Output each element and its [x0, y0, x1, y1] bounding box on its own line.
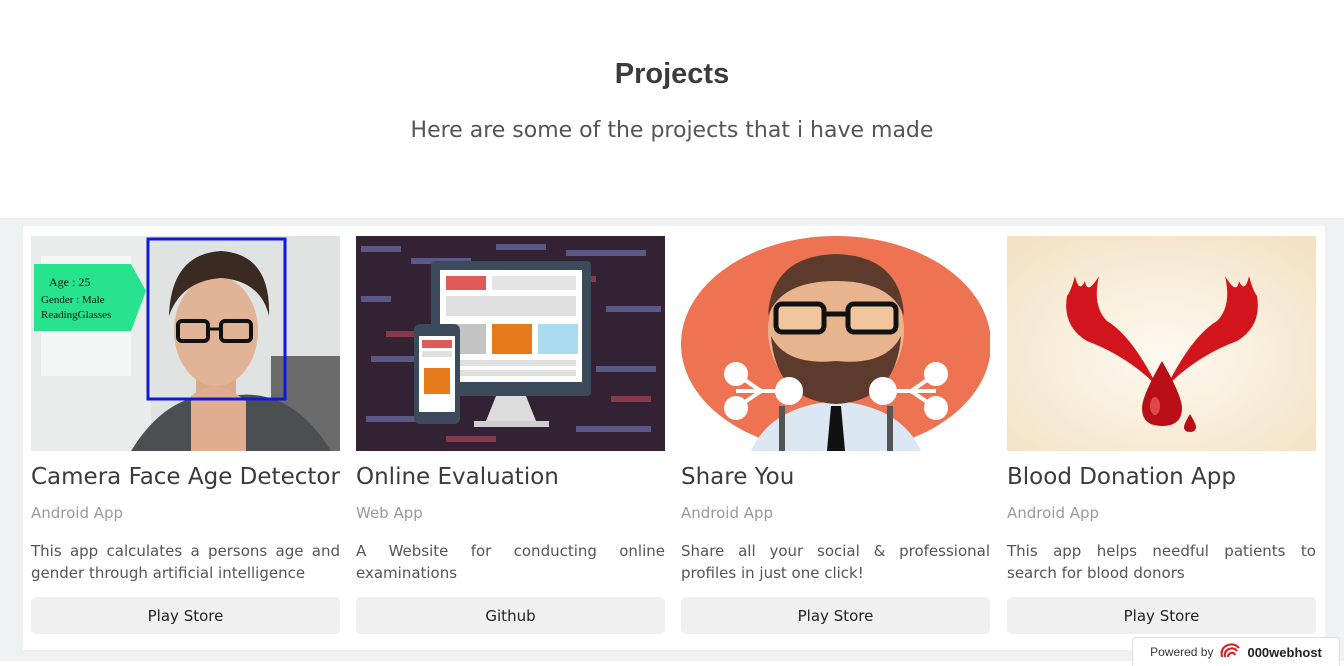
page-title: Projects [614, 58, 730, 90]
powered-by-brand: 000webhost [1247, 644, 1322, 660]
project-title: Online Evaluation [356, 464, 559, 490]
powered-by-label: Powered by [1150, 645, 1214, 659]
project-title: Camera Face Age Detector [31, 464, 340, 490]
project-category: Android App [31, 504, 124, 522]
project-card-camera-face-age-detector: Age : 25 Gender : Male ReadingGlasses Ca… [31, 236, 340, 634]
play-store-button[interactable]: Play Store [681, 597, 990, 634]
project-description: This app calculates a persons age and ge… [31, 542, 340, 582]
play-store-button[interactable]: Play Store [31, 597, 340, 634]
project-card-blood-donation: Blood Donation App Android App This app … [1007, 236, 1316, 634]
project-description: A Website for conducting online examinat… [356, 542, 665, 582]
overlay-gender-text: Gender : Male [41, 294, 105, 306]
project-image-face-detector: Age : 25 Gender : Male ReadingGlasses [31, 236, 340, 451]
page-subtitle: Here are some of the projects that i hav… [410, 118, 934, 143]
github-button[interactable]: Github [356, 597, 665, 634]
project-image-online-evaluation [356, 236, 665, 451]
play-store-button[interactable]: Play Store [1007, 597, 1316, 634]
project-card-online-evaluation: Online Evaluation Web App A Website for … [356, 236, 665, 634]
project-title: Blood Donation App [1007, 464, 1236, 490]
project-title: Share You [681, 464, 795, 490]
projects-header: Projects Here are some of the projects t… [0, 0, 1344, 218]
webhost-logo-icon [1219, 642, 1241, 663]
project-category: Android App [681, 504, 774, 522]
project-image-share-you [681, 236, 990, 451]
project-description: Share all your social & professional pro… [681, 542, 990, 582]
powered-by-badge[interactable]: Powered by 000webhost [1132, 637, 1340, 666]
overlay-age-text: Age : 25 [49, 275, 90, 289]
overlay-glasses-text: ReadingGlasses [41, 309, 111, 321]
project-category: Android App [1007, 504, 1100, 522]
project-image-blood-donation [1007, 236, 1316, 451]
project-card-share-you: Share You Android App Share all your soc… [681, 236, 990, 634]
project-description: This app helps needful patients to searc… [1007, 542, 1316, 582]
project-category: Web App [356, 504, 423, 522]
